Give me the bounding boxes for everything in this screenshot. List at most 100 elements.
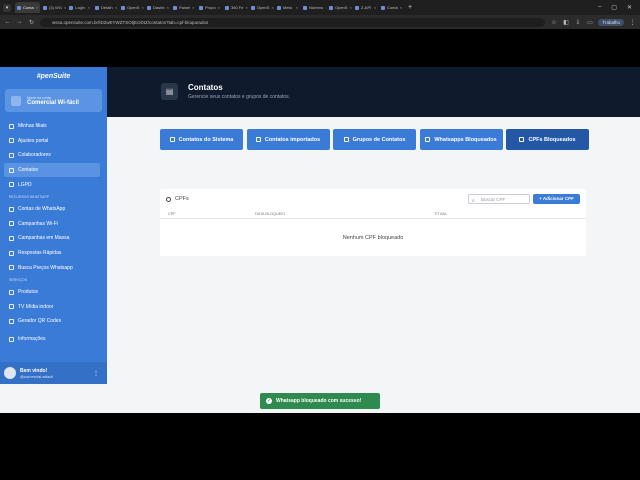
search-input[interactable]: ⌕ Buscar CPF (468, 194, 530, 204)
minimize-icon[interactable]: – (598, 4, 601, 11)
split-view-icon[interactable]: ▭ (586, 19, 593, 26)
sidebar-item-campanhas-wifi[interactable]: Campanhas Wi-Fi (0, 217, 107, 232)
browser-tab[interactable]: Detalh × (93, 2, 118, 13)
close-window-icon[interactable]: ✕ (627, 4, 632, 11)
sidebar-item-lgpd[interactable]: LGPD (0, 177, 107, 192)
close-icon[interactable]: × (167, 5, 169, 10)
close-icon[interactable]: × (245, 5, 247, 10)
browser-tab[interactable]: OpenS × (249, 2, 274, 13)
app-viewport: #penSuite Nome da conta Comercial Wi-fác… (0, 67, 640, 413)
sidebar-item-qr-codes[interactable]: Gerador QR Codes (0, 314, 107, 329)
app-logo[interactable]: #penSuite (0, 67, 107, 87)
browser-tab[interactable]: Conta × (379, 2, 404, 13)
url-input[interactable]: wssa.opensuite.com.br/ID2wEYWZTSOtjEcIDI… (40, 17, 546, 27)
download-icon[interactable]: ⤓ (574, 19, 581, 26)
sidebar-item-filiais[interactable]: Minhas filiais (0, 119, 107, 134)
browser-tab[interactable]: Login × (67, 2, 92, 13)
close-icon[interactable]: × (374, 5, 376, 10)
sidebar-item-ajustes[interactable]: Ajustes portal (0, 134, 107, 149)
sidebar-item-contatos[interactable]: Contatos (4, 162, 100, 178)
sidebar-item-tv-midia[interactable]: TV Mídia indoor (0, 300, 107, 315)
favicon-icon (251, 5, 255, 10)
favicon-icon (69, 5, 73, 10)
close-icon[interactable]: × (141, 5, 143, 10)
maximize-icon[interactable]: ▢ (611, 4, 617, 11)
price-tag-icon (9, 265, 14, 271)
browser-tab[interactable]: Z-API × (353, 2, 378, 13)
favicon-icon (277, 5, 281, 10)
close-icon[interactable]: × (400, 5, 402, 10)
favicon-icon (95, 5, 99, 10)
success-toast[interactable]: ✓ Whatsapp bloqueado com sucesso! (260, 393, 380, 409)
favicon-icon (303, 5, 307, 10)
sidebar-item-produtos[interactable]: Produtos (0, 285, 107, 300)
close-icon[interactable]: × (325, 5, 326, 10)
browser-tab[interactable]: Propo × (197, 2, 222, 13)
browser-tab[interactable]: (3) WG × (41, 2, 66, 13)
column-header-titular[interactable]: TITUAL (434, 212, 447, 216)
forward-icon[interactable]: → (16, 19, 23, 25)
browser-tab[interactable]: OpenS × (119, 2, 144, 13)
close-icon[interactable]: × (271, 5, 273, 10)
tab-search-button[interactable]: ▾ (3, 3, 11, 12)
sidebar-item-colaboradores[interactable]: Colaboradores (0, 148, 107, 163)
browser-tab[interactable]: OpenS × (327, 2, 352, 13)
tab-cpfs-bloqueados[interactable]: CPFs Bloqueados (506, 129, 589, 150)
tab-contatos-importados[interactable]: Contatos importados (246, 129, 330, 150)
document-icon (9, 182, 14, 188)
favicon-icon (199, 5, 203, 10)
box-icon (9, 289, 14, 295)
close-icon[interactable]: × (64, 5, 66, 10)
add-cpf-button[interactable]: + Adicionar CPF (533, 194, 580, 204)
close-icon[interactable]: × (88, 5, 90, 10)
tab-grupos-contatos[interactable]: Grupos de Contatos (333, 129, 416, 150)
bookmark-star-icon[interactable]: ☆ (550, 19, 557, 26)
browser-tab[interactable]: 360 Fe × (223, 2, 248, 13)
tab-whatsapps-bloqueados[interactable]: Whatsapps Bloqueados (419, 129, 503, 150)
wifi-icon (9, 221, 14, 227)
sidebar-item-busca-precos[interactable]: Busca Preços Whatsapp (0, 260, 107, 275)
sidebar: #penSuite Nome da conta Comercial Wi-fác… (0, 67, 107, 384)
sidebar-item-informacoes[interactable]: Informações (0, 332, 107, 347)
tab-contatos-sistema[interactable]: Contatos do Sistema (160, 129, 243, 150)
browser-tab[interactable]: Conta × (15, 2, 40, 13)
whatsapp-icon (9, 206, 14, 212)
user-handle: @comercial.wifacil (20, 373, 54, 379)
info-icon (9, 336, 14, 342)
company-name: Comercial Wi-fácil (27, 99, 79, 106)
close-icon[interactable]: × (218, 5, 220, 10)
address-book-icon: ▤ (161, 83, 178, 100)
favicon-icon (121, 5, 125, 10)
browser-tab-bar: ▾ Conta × (3) WG × Login × Detalh × OpenS × D… (0, 0, 640, 15)
company-card[interactable]: Nome da conta Comercial Wi-fácil (5, 89, 102, 112)
check-icon: ✓ (266, 398, 272, 404)
new-tab-button[interactable]: + (408, 4, 412, 11)
more-options-icon[interactable]: ⋮ (93, 370, 99, 377)
back-icon[interactable]: ← (4, 19, 11, 25)
extensions-icon[interactable]: ◧ (562, 19, 569, 26)
sidebar-item-campanhas-massa[interactable]: Campanhas em Massa (0, 231, 107, 246)
kebab-menu-icon[interactable]: ⋮ (629, 19, 636, 26)
contact-tabs: Contatos do Sistema Contatos importados … (160, 129, 589, 150)
column-header-cpf[interactable]: CPF (168, 212, 176, 216)
close-icon[interactable]: × (349, 5, 351, 10)
favicon-icon (329, 5, 333, 10)
browser-tab[interactable]: Dashb × (145, 2, 170, 13)
table-header: CPF DATA BLOQUEIO TITUAL (160, 212, 586, 219)
profile-button[interactable]: Trabalho (598, 18, 624, 26)
column-header-data[interactable]: DATA BLOQUEIO (255, 212, 285, 216)
browser-tab[interactable]: Meta × (275, 2, 300, 13)
close-icon[interactable]: × (192, 5, 194, 10)
close-icon[interactable]: × (296, 5, 298, 10)
browser-tab[interactable]: Painel × (171, 2, 196, 13)
browser-tab[interactable]: Número× (301, 2, 326, 13)
page-title: Contatos (188, 83, 223, 92)
favicon-icon (355, 5, 359, 10)
sidebar-item-contas-whatsapp[interactable]: Contas de WhatsApp (0, 202, 107, 217)
close-icon[interactable]: × (36, 5, 38, 10)
reload-icon[interactable]: ↻ (28, 19, 35, 26)
user-panel[interactable]: Bem vindo! @comercial.wifacil ⋮ (0, 362, 107, 384)
sidebar-item-respostas[interactable]: Respostas Rápidas (0, 246, 107, 261)
close-icon[interactable]: × (115, 5, 117, 10)
empty-state-message: Nenhum CPF bloqueado (342, 235, 404, 241)
